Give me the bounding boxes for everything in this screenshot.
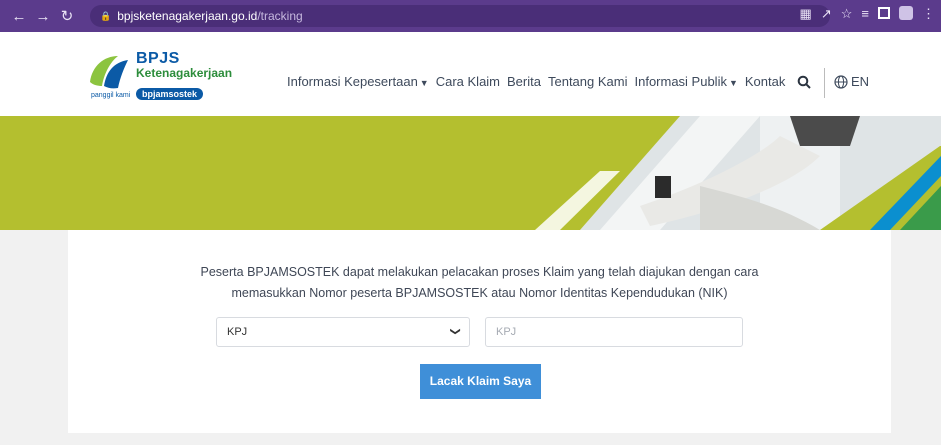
- nav-item-tentang-kami[interactable]: Tentang Kami: [548, 74, 628, 89]
- id-type-select[interactable]: KPJ ❯: [216, 317, 470, 347]
- description-line: Peserta BPJAMSOSTEK dapat melakukan pela…: [200, 265, 759, 279]
- back-arrow-icon[interactable]: ←: [8, 8, 30, 25]
- chevron-down-icon: ▼: [419, 78, 429, 88]
- logo-pill: bpjamsostek: [136, 88, 204, 100]
- logo-mark-icon: [90, 56, 128, 89]
- select-value: KPJ: [227, 326, 248, 338]
- id-number-input[interactable]: KPJ: [485, 317, 743, 347]
- reading-list-icon[interactable]: ≡: [861, 6, 869, 22]
- star-icon[interactable]: ☆: [841, 6, 853, 22]
- nav-item-kontak[interactable]: Kontak: [745, 74, 785, 89]
- address-bar[interactable]: 🔒 bpjsketenagakerjaan.go.id/tracking: [90, 5, 830, 27]
- share-icon[interactable]: ↗: [821, 6, 832, 22]
- url-path: /tracking: [257, 9, 303, 23]
- nav-item-informasi-kepesertaan[interactable]: Informasi Kepesertaan ▼: [287, 74, 429, 89]
- tracking-card: Peserta BPJAMSOSTEK dapat melakukan pela…: [68, 230, 891, 433]
- browser-toolbar: ← → ↻ 🔒 bpjsketenagakerjaan.go.id/tracki…: [0, 0, 941, 32]
- reload-icon[interactable]: ↻: [56, 7, 78, 25]
- forward-arrow-icon[interactable]: →: [32, 8, 54, 25]
- nav-item-cara-klaim[interactable]: Cara Klaim: [436, 74, 500, 89]
- hero-banner: [0, 116, 941, 230]
- translate-icon[interactable]: ▦: [800, 6, 812, 22]
- window-icon[interactable]: [878, 7, 890, 19]
- nav-label: Informasi Publik: [634, 74, 727, 89]
- main-nav: Informasi Kepesertaan ▼ Cara Klaim Berita…: [287, 74, 785, 89]
- chevron-down-icon: ❯: [449, 327, 461, 336]
- lock-icon: 🔒: [100, 10, 112, 21]
- globe-icon: [834, 74, 848, 89]
- search-icon[interactable]: [797, 75, 811, 89]
- nav-divider: [824, 68, 825, 98]
- logo-tagline: panggil kami: [91, 92, 131, 99]
- chevron-down-icon: ▼: [728, 78, 738, 88]
- language-switch[interactable]: EN: [834, 74, 869, 89]
- nav-item-berita[interactable]: Berita: [507, 74, 541, 89]
- language-label: EN: [851, 74, 870, 89]
- menu-dots-icon[interactable]: ⋮: [922, 6, 935, 22]
- url-domain: bpjsketenagakerjaan.go.id: [117, 9, 258, 23]
- bpjs-logo[interactable]: BPJS Ketenagakerjaan panggil kami bpjams…: [88, 50, 248, 104]
- extension-icon[interactable]: [899, 6, 913, 20]
- nav-item-informasi-publik[interactable]: Informasi Publik ▼: [634, 74, 737, 89]
- banner-illustration: [535, 116, 941, 230]
- track-claim-button[interactable]: Lacak Klaim Saya: [420, 364, 541, 399]
- nav-label: Informasi Kepesertaan: [287, 74, 418, 89]
- logo-sub: Ketenagakerjaan: [136, 66, 233, 80]
- site-header: BPJS Ketenagakerjaan panggil kami bpjams…: [0, 32, 941, 116]
- tracking-description: Peserta BPJAMSOSTEK dapat melakukan pela…: [68, 262, 891, 304]
- description-line: memasukkan Nomor peserta BPJAMSOSTEK ata…: [231, 286, 728, 300]
